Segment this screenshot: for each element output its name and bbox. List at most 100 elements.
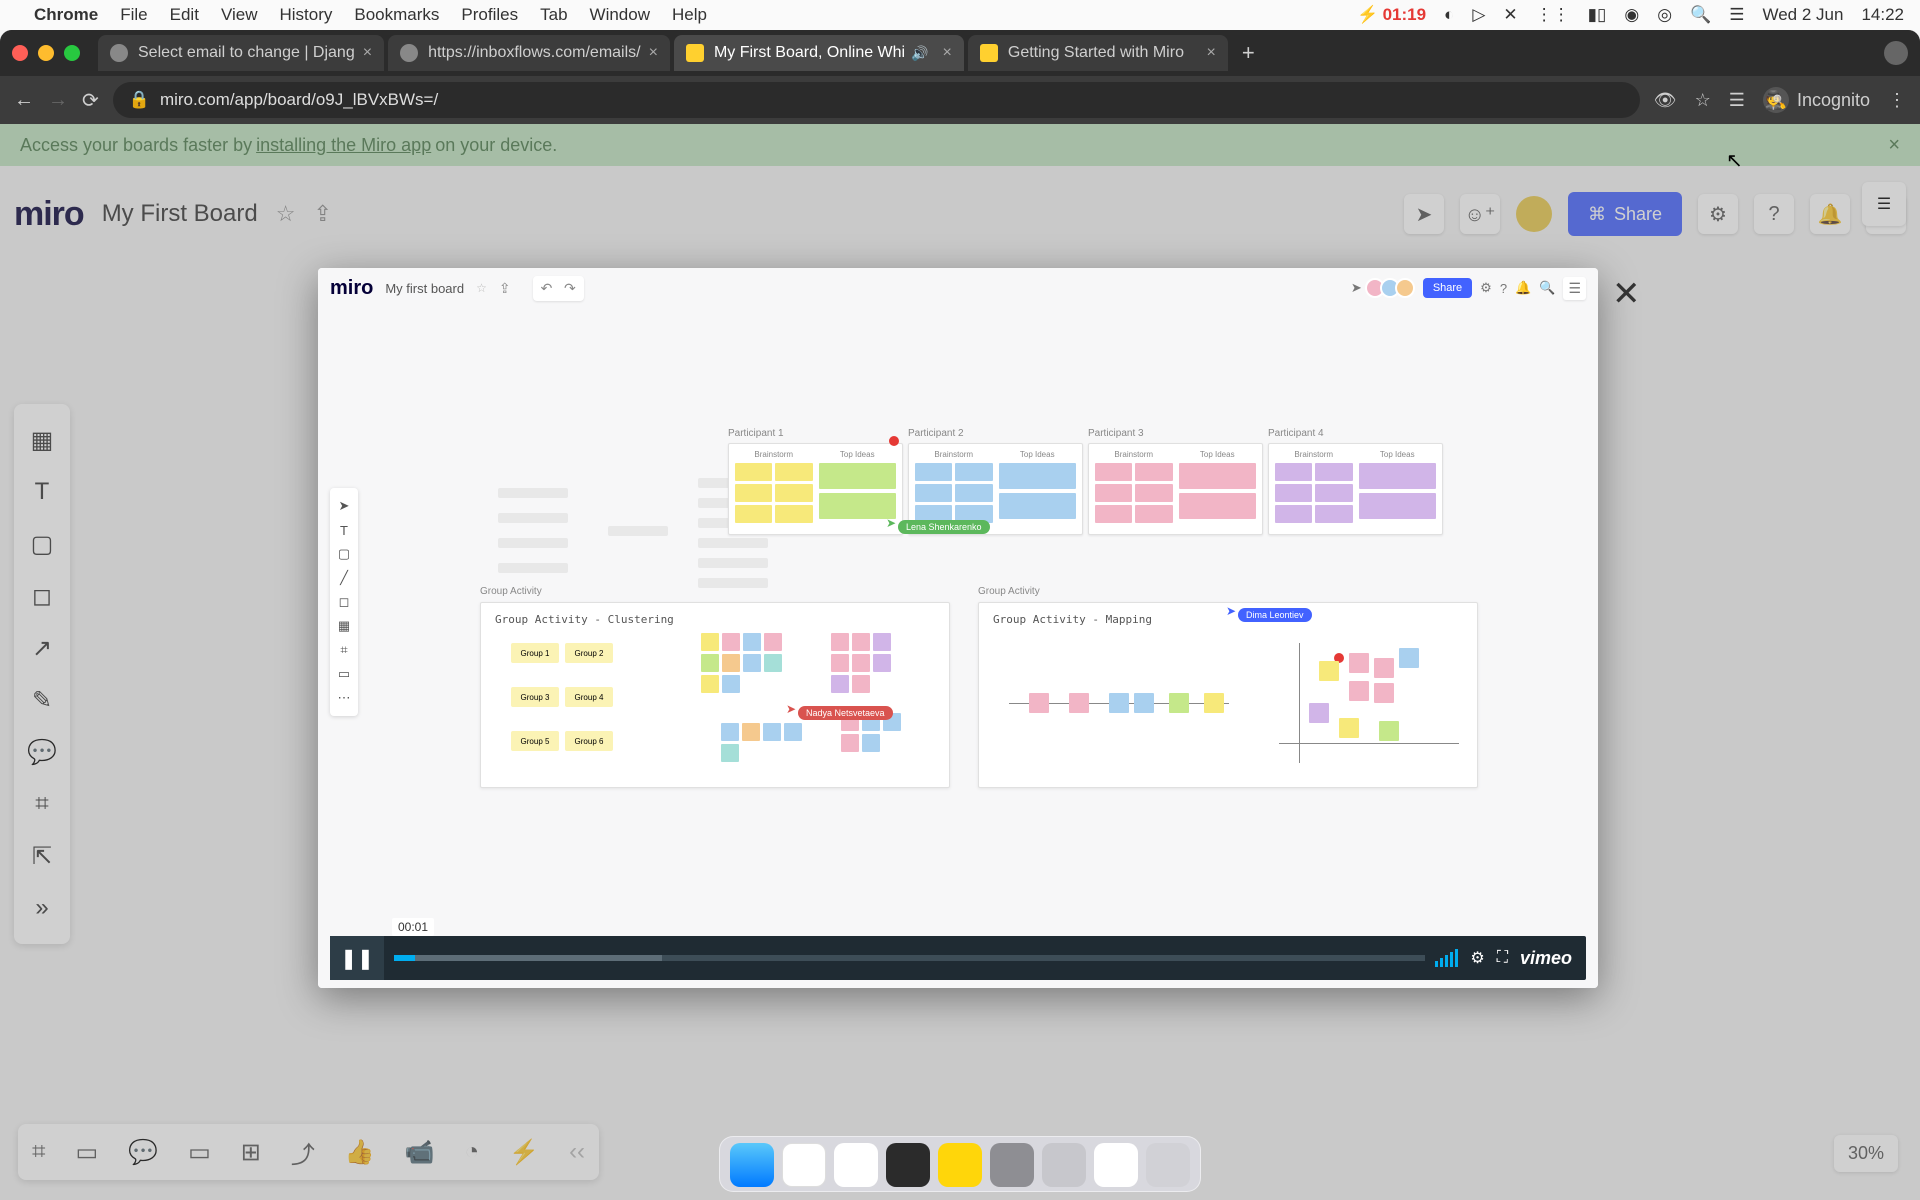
- menu-bookmarks[interactable]: Bookmarks: [354, 5, 439, 25]
- incognito-indicator[interactable]: 🕵 Incognito: [1763, 87, 1870, 113]
- browser-tab-active[interactable]: My First Board, Online Whi 🔊 ×: [674, 35, 964, 71]
- battery-icon[interactable]: ▮▯: [1588, 5, 1607, 25]
- modal-close-button[interactable]: ✕: [1612, 274, 1641, 314]
- browser-tab[interactable]: Select email to change | Djang ×: [98, 35, 384, 71]
- menu-window[interactable]: Window: [590, 5, 650, 25]
- chrome-menu-button[interactable]: ⋮: [1888, 90, 1906, 111]
- text-tool-icon: T: [330, 518, 358, 542]
- status-icon[interactable]: ⋮⋮: [1536, 5, 1570, 25]
- card-tool-icon: ▭: [330, 662, 358, 686]
- status-icon[interactable]: ✕: [1503, 5, 1517, 25]
- dock-app-icon[interactable]: [1094, 1143, 1138, 1187]
- settings-icon: ⚙: [1480, 280, 1492, 296]
- panel-icon: ☰: [1563, 277, 1586, 300]
- status-icon[interactable]: ◎: [1657, 5, 1672, 25]
- clustering-panel: Group Activity - Clustering Group 1 Grou…: [480, 602, 950, 788]
- menubar-time[interactable]: 14:22: [1861, 5, 1904, 25]
- incognito-icon: 🕵: [1763, 87, 1789, 113]
- map-sticky: [1374, 658, 1394, 678]
- group-label: Group 4: [565, 687, 613, 707]
- vimeo-logo[interactable]: vimeo: [1520, 948, 1572, 969]
- url-text: miro.com/app/board/o9J_lBVxBWs=/: [160, 90, 438, 110]
- url-input[interactable]: 🔒 miro.com/app/board/o9J_lBVxBWs=/: [113, 82, 1640, 118]
- menubar-date[interactable]: Wed 2 Jun: [1762, 5, 1843, 25]
- tab-audio-icon[interactable]: 🔊: [911, 45, 928, 62]
- group-label: Group 6: [565, 731, 613, 751]
- menu-profiles[interactable]: Profiles: [461, 5, 518, 25]
- dock-finder-icon[interactable]: [730, 1143, 774, 1187]
- map-sticky: [1309, 703, 1329, 723]
- video-settings-icon[interactable]: ⚙: [1470, 948, 1484, 968]
- chrome-window: Select email to change | Djang × https:/…: [0, 30, 1920, 1200]
- active-app-name[interactable]: Chrome: [34, 5, 98, 25]
- map-sticky: [1374, 683, 1394, 703]
- more-icon: ⋯: [330, 686, 358, 710]
- dock-trash-icon[interactable]: [1146, 1143, 1190, 1187]
- frame-tool-icon: ▦: [330, 614, 358, 638]
- tab-title: Select email to change | Djang: [138, 44, 355, 62]
- status-icon[interactable]: ▷: [1472, 5, 1485, 25]
- menu-edit[interactable]: Edit: [170, 5, 199, 25]
- wifi-icon[interactable]: ◉: [1624, 5, 1639, 25]
- menu-file[interactable]: File: [120, 5, 147, 25]
- participant-label: Participant 4: [1268, 428, 1443, 439]
- nav-reload-button[interactable]: ⟳: [82, 88, 99, 113]
- tab-close-icon[interactable]: ×: [1207, 44, 1216, 62]
- pause-button[interactable]: ❚❚: [330, 936, 384, 980]
- collaborator-cursor-green: Lena Shenkarenko: [898, 520, 990, 534]
- tab-close-icon[interactable]: ×: [649, 44, 658, 62]
- dock-chrome-icon[interactable]: [782, 1143, 826, 1187]
- menu-help[interactable]: Help: [672, 5, 707, 25]
- participant-panel: Participant 2 Brainstorm Top Ideas: [908, 428, 1083, 535]
- nav-forward-button[interactable]: →: [48, 89, 68, 112]
- map-sticky: [1349, 681, 1369, 701]
- window-close-button[interactable]: [12, 45, 28, 61]
- favicon-icon: [686, 44, 704, 62]
- video-buffered: [394, 955, 662, 961]
- sticky-cluster: [831, 633, 891, 693]
- status-icon[interactable]: ◐: [1444, 5, 1454, 25]
- new-tab-button[interactable]: +: [1242, 40, 1255, 66]
- dock-notes-icon[interactable]: [938, 1143, 982, 1187]
- dock-app-icon[interactable]: [886, 1143, 930, 1187]
- macos-menubar: Chrome File Edit View History Bookmarks …: [0, 0, 1920, 30]
- reading-list-icon[interactable]: ☰: [1729, 90, 1745, 111]
- favicon-icon: [110, 44, 128, 62]
- tab-close-icon[interactable]: ×: [363, 44, 372, 62]
- dock-app-icon[interactable]: [1042, 1143, 1086, 1187]
- group-label: Group 1: [511, 643, 559, 663]
- spotlight-icon[interactable]: 🔍: [1690, 5, 1711, 25]
- menu-tab[interactable]: Tab: [540, 5, 567, 25]
- battery-status[interactable]: ⚡01:19: [1357, 5, 1426, 25]
- cursor-tool-icon: ➤: [330, 494, 358, 518]
- dock-app-icon[interactable]: [990, 1143, 1034, 1187]
- window-maximize-button[interactable]: [64, 45, 80, 61]
- chrome-profile-avatar[interactable]: [1884, 41, 1908, 65]
- tab-close-icon[interactable]: ×: [943, 44, 952, 62]
- volume-control[interactable]: [1435, 949, 1458, 967]
- fullscreen-icon[interactable]: ⛶: [1497, 949, 1508, 967]
- video-progress-bar[interactable]: [394, 955, 1425, 961]
- browser-tab[interactable]: Getting Started with Miro ×: [968, 35, 1228, 71]
- map-sticky: [1204, 693, 1224, 713]
- lock-icon[interactable]: 🔒: [129, 90, 150, 110]
- browser-tab[interactable]: https://inboxflows.com/emails/ ×: [388, 35, 670, 71]
- macos-dock: [719, 1136, 1201, 1192]
- eye-off-icon[interactable]: 👁: [1654, 90, 1677, 111]
- quadrant-axis-h: [1279, 743, 1459, 744]
- tab-title: Getting Started with Miro: [1008, 44, 1199, 62]
- frame-grid-icon: ⌗: [330, 638, 358, 662]
- control-center-icon[interactable]: ☰: [1729, 5, 1744, 25]
- window-minimize-button[interactable]: [38, 45, 54, 61]
- map-sticky: [1399, 648, 1419, 668]
- nav-back-button[interactable]: ←: [14, 89, 34, 112]
- video-share-button: Share: [1423, 278, 1472, 298]
- dock-app-icon[interactable]: [834, 1143, 878, 1187]
- video-miro-logo: miro: [330, 277, 373, 300]
- bell-icon: 🔔: [1515, 280, 1531, 296]
- collaborator-cursor-blue: Dima Leontiev: [1238, 608, 1312, 622]
- bookmark-star-icon[interactable]: ☆: [1695, 90, 1711, 111]
- shape-tool-icon: ◻: [330, 590, 358, 614]
- menu-view[interactable]: View: [221, 5, 258, 25]
- menu-history[interactable]: History: [279, 5, 332, 25]
